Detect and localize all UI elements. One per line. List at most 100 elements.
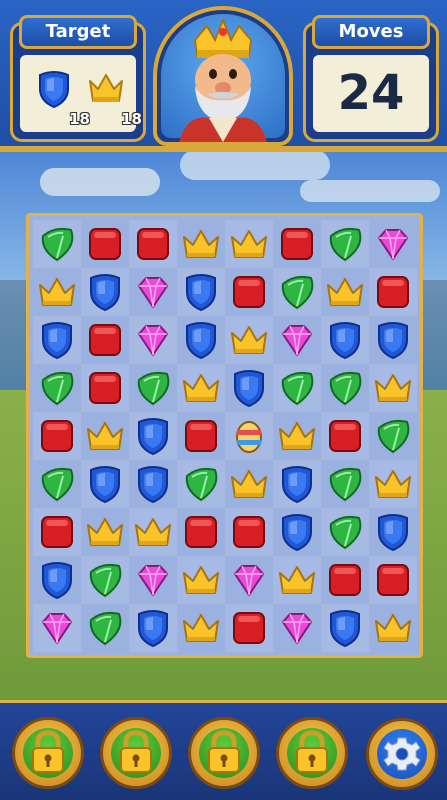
- board-cell[interactable]: [225, 220, 273, 268]
- board-cell[interactable]: [369, 604, 417, 652]
- locked-booster-2[interactable]: [100, 717, 172, 789]
- board-cell[interactable]: [225, 268, 273, 316]
- board-cell[interactable]: [225, 604, 273, 652]
- board-cell[interactable]: [129, 508, 177, 556]
- board-cell[interactable]: [225, 364, 273, 412]
- board-cell[interactable]: [321, 556, 369, 604]
- board-cell[interactable]: [129, 460, 177, 508]
- board-cell[interactable]: [321, 268, 369, 316]
- board-cell[interactable]: [177, 220, 225, 268]
- board-cell[interactable]: [81, 460, 129, 508]
- board-cell[interactable]: [273, 268, 321, 316]
- board-cell[interactable]: [369, 460, 417, 508]
- board-cell[interactable]: [81, 364, 129, 412]
- board-cell[interactable]: [177, 508, 225, 556]
- board-cell[interactable]: [273, 316, 321, 364]
- board-cell[interactable]: [129, 604, 177, 652]
- leaf-piece-icon: [377, 419, 410, 454]
- board-cell[interactable]: [273, 508, 321, 556]
- board-cell[interactable]: [177, 604, 225, 652]
- board-cell[interactable]: [225, 556, 273, 604]
- board-cell[interactable]: [369, 412, 417, 460]
- board-cell[interactable]: [81, 268, 129, 316]
- board-cell[interactable]: [33, 364, 81, 412]
- board-cell[interactable]: [177, 412, 225, 460]
- board-cell[interactable]: [321, 364, 369, 412]
- shield-piece-icon: [378, 322, 408, 360]
- board-cell[interactable]: [129, 364, 177, 412]
- board-cell[interactable]: [369, 268, 417, 316]
- board-cell[interactable]: [33, 508, 81, 556]
- board-cell[interactable]: [81, 220, 129, 268]
- board-cell[interactable]: [33, 604, 81, 652]
- board-cell[interactable]: [81, 412, 129, 460]
- board-cell[interactable]: [369, 364, 417, 412]
- board-cell[interactable]: [129, 220, 177, 268]
- board-cell[interactable]: [321, 316, 369, 364]
- board-cell[interactable]: [33, 556, 81, 604]
- board-cell[interactable]: [273, 604, 321, 652]
- king-avatar: [153, 6, 293, 146]
- board-cell[interactable]: [129, 556, 177, 604]
- board-cell[interactable]: [273, 364, 321, 412]
- gem-piece-icon: [234, 565, 264, 596]
- board-cell[interactable]: [321, 412, 369, 460]
- board-cell[interactable]: [81, 556, 129, 604]
- board-cell[interactable]: [81, 508, 129, 556]
- box-piece-icon: [377, 564, 409, 596]
- board-cell[interactable]: [81, 604, 129, 652]
- shield-piece-icon: [186, 274, 216, 312]
- box-piece-icon: [137, 228, 169, 260]
- board-cell[interactable]: [273, 460, 321, 508]
- blue-shield-icon: [39, 71, 69, 109]
- board-cell[interactable]: [273, 412, 321, 460]
- crown-piece-icon: [87, 518, 123, 546]
- board-cell[interactable]: [321, 604, 369, 652]
- board-cell[interactable]: [321, 220, 369, 268]
- leaf-piece-icon: [89, 611, 122, 646]
- settings-button[interactable]: [366, 718, 438, 790]
- board-cell[interactable]: [177, 316, 225, 364]
- board-cell[interactable]: [321, 508, 369, 556]
- box-piece-icon: [89, 324, 121, 356]
- locked-booster-4[interactable]: [276, 717, 348, 789]
- leaf-piece-icon: [329, 515, 362, 550]
- locked-booster-3[interactable]: [188, 717, 260, 789]
- board-cell[interactable]: [177, 268, 225, 316]
- board-cell[interactable]: [129, 316, 177, 364]
- board-cell[interactable]: [33, 460, 81, 508]
- board-cell[interactable]: [369, 556, 417, 604]
- board-cell[interactable]: [225, 460, 273, 508]
- board-cell[interactable]: [129, 268, 177, 316]
- board-cell[interactable]: [33, 412, 81, 460]
- board-cell[interactable]: [225, 412, 273, 460]
- board-cell[interactable]: [33, 268, 81, 316]
- crown-piece-icon: [183, 566, 219, 594]
- padlock-icon: [296, 730, 328, 773]
- board-cell[interactable]: [369, 316, 417, 364]
- crown-piece-icon: [375, 470, 411, 498]
- board-cell[interactable]: [177, 460, 225, 508]
- board-cell[interactable]: [321, 460, 369, 508]
- board-cell[interactable]: [177, 556, 225, 604]
- board-cell[interactable]: [81, 316, 129, 364]
- board-cell[interactable]: [33, 220, 81, 268]
- locked-booster-1[interactable]: [12, 717, 84, 789]
- board-cell[interactable]: [177, 364, 225, 412]
- board-cell[interactable]: [369, 220, 417, 268]
- crown-piece-icon: [327, 278, 363, 306]
- moves-counter: 24: [313, 55, 429, 132]
- board-cell[interactable]: [33, 316, 81, 364]
- board-cell[interactable]: [225, 316, 273, 364]
- cloud: [300, 180, 440, 202]
- crown-piece-icon: [375, 374, 411, 402]
- board-cell[interactable]: [225, 508, 273, 556]
- box-piece-icon: [329, 564, 361, 596]
- board-cell[interactable]: [369, 508, 417, 556]
- crown-piece-icon: [231, 470, 267, 498]
- shield-piece-icon: [186, 322, 216, 360]
- board-cell[interactable]: [273, 556, 321, 604]
- board-cell[interactable]: [273, 220, 321, 268]
- board-cell[interactable]: [129, 412, 177, 460]
- box-piece-icon: [89, 228, 121, 260]
